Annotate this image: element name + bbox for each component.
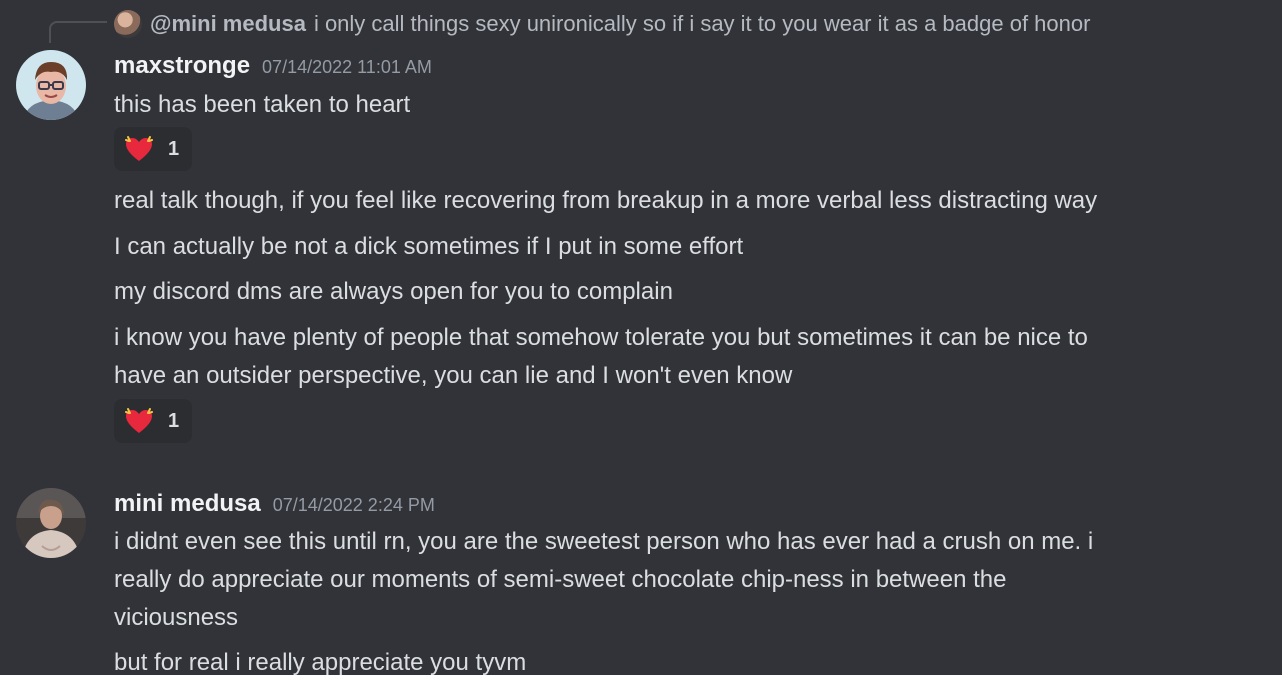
reply-author[interactable]: @mini medusa — [150, 11, 306, 37]
message-header: mini medusa 07/14/2022 2:24 PM — [114, 490, 435, 518]
reply-text[interactable]: i only call things sexy unironically so … — [314, 11, 1091, 37]
avatar-mini-medusa[interactable] — [16, 488, 86, 558]
message-timestamp[interactable]: 07/14/2022 11:01 AM — [262, 57, 432, 78]
reaction-count: 1 — [168, 137, 180, 160]
chat-message-list: @mini medusa i only call things sexy uni… — [0, 0, 1282, 675]
message-text: I can actually be not a dick sometimes i… — [114, 233, 744, 260]
message-text: this has been taken to heart — [114, 91, 411, 118]
message-text: really do appreciate our moments of semi… — [114, 566, 1007, 593]
message-timestamp[interactable]: 07/14/2022 2:24 PM — [273, 495, 435, 516]
reaction-button[interactable]: 1 — [114, 399, 192, 443]
avatar-maxstronge[interactable] — [16, 50, 86, 120]
message-text: have an outsider perspective, you can li… — [114, 362, 793, 389]
heart-with-sparkles-icon — [125, 136, 153, 161]
reply-avatar[interactable] — [114, 10, 142, 38]
reply-preview[interactable]: @mini medusa i only call things sexy uni… — [114, 8, 1090, 40]
message-text: i didnt even see this until rn, you are … — [114, 528, 1094, 555]
reply-connector — [49, 21, 107, 43]
message-header: maxstronge 07/14/2022 11:01 AM — [114, 52, 432, 80]
author-name[interactable]: mini medusa — [114, 490, 261, 518]
author-name[interactable]: maxstronge — [114, 52, 250, 80]
reaction-count: 1 — [168, 409, 180, 432]
message-text: viciousness — [114, 604, 239, 631]
message-text: my discord dms are always open for you t… — [114, 278, 673, 305]
reaction-button[interactable]: 1 — [114, 127, 192, 171]
heart-with-sparkles-icon — [125, 408, 153, 433]
message-text: but for real i really appreciate you tyv… — [114, 649, 527, 675]
message-text: real talk though, if you feel like recov… — [114, 187, 1098, 214]
message-text: i know you have plenty of people that so… — [114, 324, 1088, 351]
